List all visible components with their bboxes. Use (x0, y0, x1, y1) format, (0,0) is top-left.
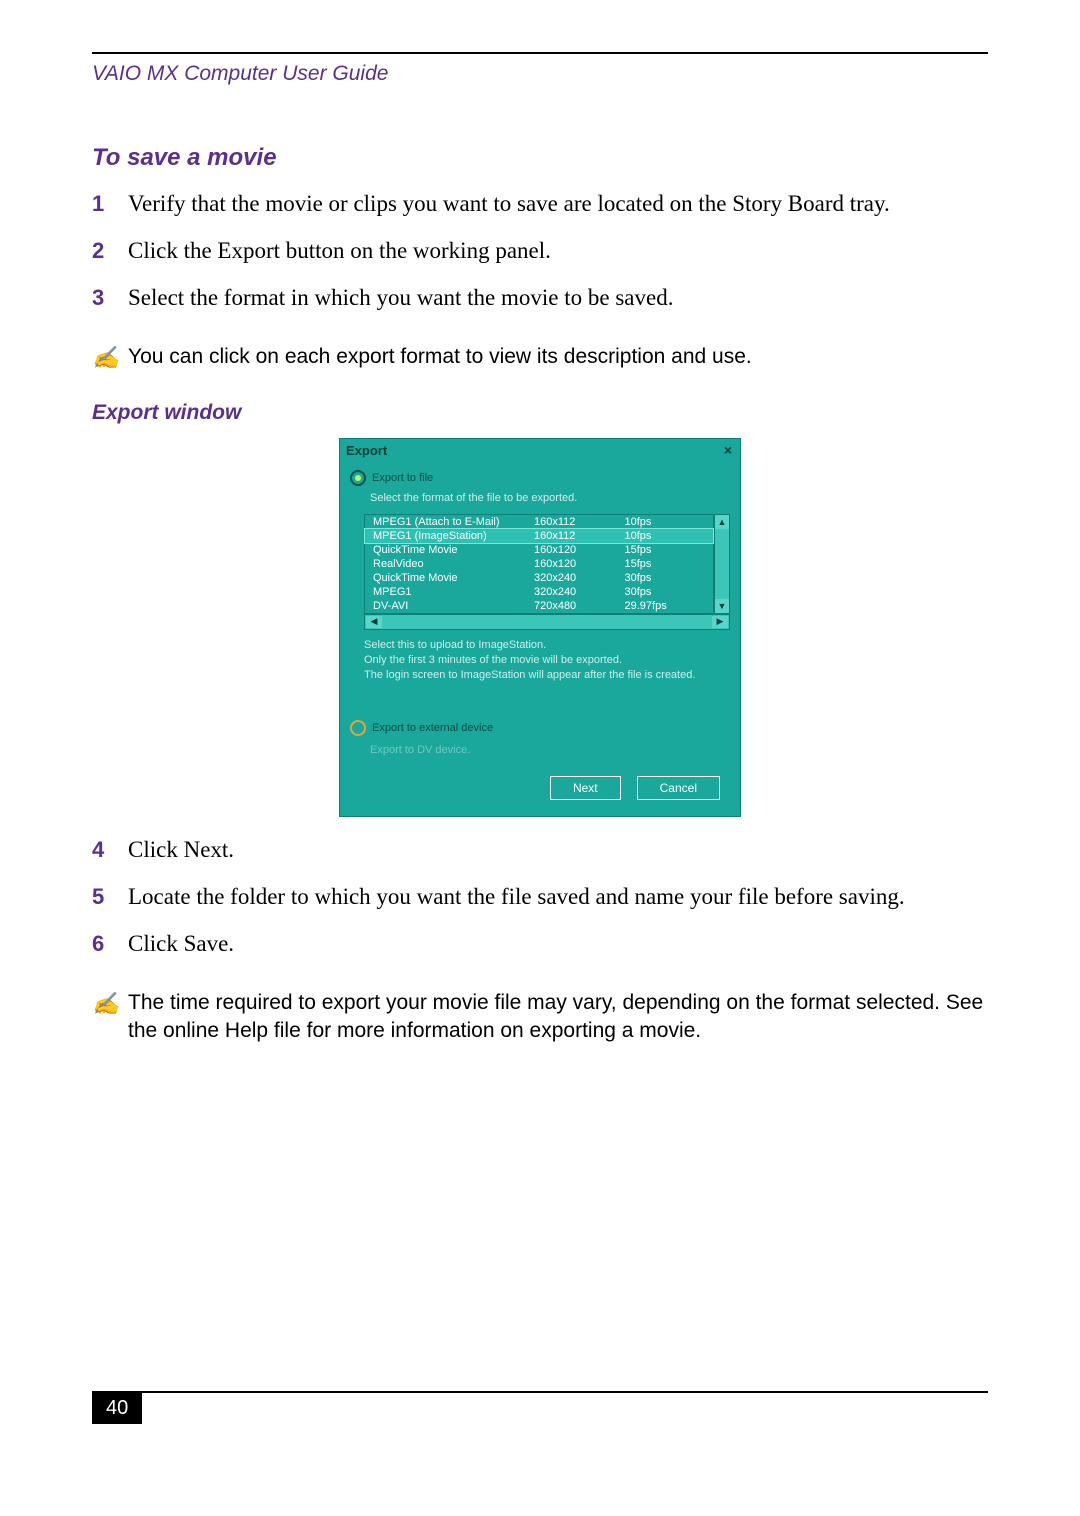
step-text: Select the format in which you want the … (128, 282, 673, 313)
format-resolution: 320x240 (534, 586, 625, 598)
format-row[interactable]: QuickTime Movie 160x120 15fps (365, 543, 713, 557)
note-a: ✍ You can click on each export format to… (92, 343, 988, 373)
format-name: RealVideo (373, 558, 534, 570)
format-fps: 29.97fps (625, 600, 706, 612)
note-text: The time required to export your movie f… (128, 989, 988, 1046)
page-footer: 40 (92, 1391, 988, 1424)
export-dialog-figure: Export × Export to file Select the forma… (92, 439, 988, 816)
format-fps: 30fps (625, 586, 706, 598)
next-button[interactable]: Next (550, 776, 621, 800)
format-resolution: 160x120 (534, 544, 625, 556)
desc-line: The login screen to ImageStation will ap… (364, 668, 716, 683)
format-fps: 10fps (625, 516, 706, 528)
note-b: ✍ The time required to export your movie… (92, 989, 988, 1046)
vertical-scrollbar[interactable]: ▲ ▼ (714, 514, 730, 614)
step-number: 1 (92, 189, 128, 219)
desc-line: Only the first 3 minutes of the movie wi… (364, 653, 716, 668)
format-name: QuickTime Movie (373, 544, 534, 556)
step-item: 6 Click Save. (92, 928, 988, 959)
scroll-up-icon[interactable]: ▲ (715, 515, 729, 529)
step-item: 2 Click the Export button on the working… (92, 235, 988, 266)
step-item: 1 Verify that the movie or clips you wan… (92, 188, 988, 219)
step-item: 3 Select the format in which you want th… (92, 282, 988, 313)
format-fps: 15fps (625, 558, 706, 570)
pencil-note-icon: ✍ (92, 989, 122, 1019)
format-name: QuickTime Movie (373, 572, 534, 584)
step-text: Click Next. (128, 834, 234, 865)
running-head: VAIO MX Computer User Guide (92, 62, 988, 86)
step-number: 5 (92, 882, 128, 912)
format-resolution: 160x112 (534, 516, 625, 528)
format-name: DV-AVI (373, 600, 534, 612)
format-fps: 10fps (625, 530, 706, 542)
scroll-down-icon[interactable]: ▼ (715, 599, 729, 613)
dialog-title: Export (346, 443, 387, 458)
pencil-note-icon: ✍ (92, 343, 122, 373)
step-text: Locate the folder to which you want the … (128, 881, 905, 912)
step-text: Verify that the movie or clips you want … (128, 188, 890, 219)
radio-unselected-icon (350, 720, 366, 736)
step-item: 5 Locate the folder to which you want th… (92, 881, 988, 912)
format-resolution: 720x480 (534, 600, 625, 612)
step-number: 4 (92, 835, 128, 865)
format-row[interactable]: MPEG1 (ImageStation) 160x112 10fps (365, 529, 713, 543)
format-row[interactable]: QuickTime Movie 320x240 30fps (365, 571, 713, 585)
format-name: MPEG1 (Attach to E-Mail) (373, 516, 534, 528)
desc-line: Select this to upload to ImageStation. (364, 638, 716, 653)
close-icon[interactable]: × (722, 443, 734, 457)
scroll-left-icon[interactable]: ◀ (366, 616, 382, 628)
format-fps: 15fps (625, 544, 706, 556)
format-name: MPEG1 (373, 586, 534, 598)
radio-label: Export to file (372, 472, 433, 484)
radio-label: Export to external device (372, 722, 493, 734)
step-text: Click Save. (128, 928, 234, 959)
format-row[interactable]: DV-AVI 720x480 29.97fps (365, 599, 713, 613)
export-to-external-radio[interactable]: Export to external device (340, 718, 740, 742)
step-number: 6 (92, 929, 128, 959)
page-number: 40 (92, 1393, 142, 1424)
cancel-button[interactable]: Cancel (637, 776, 720, 800)
radio-selected-icon (350, 470, 366, 486)
format-row[interactable]: MPEG1 320x240 30fps (365, 585, 713, 599)
steps-list-a: 1 Verify that the movie or clips you wan… (92, 188, 988, 313)
format-fps: 30fps (625, 572, 706, 584)
format-resolution: 160x120 (534, 558, 625, 570)
format-description: Select this to upload to ImageStation. O… (340, 630, 740, 718)
scroll-right-icon[interactable]: ▶ (712, 616, 728, 628)
select-format-label: Select the format of the file to be expo… (340, 492, 740, 510)
note-text: You can click on each export format to v… (128, 343, 988, 371)
section-title: To save a movie (92, 144, 988, 172)
export-dialog: Export × Export to file Select the forma… (340, 439, 740, 816)
format-resolution: 320x240 (534, 572, 625, 584)
export-to-file-radio[interactable]: Export to file (340, 468, 740, 492)
horizontal-scrollbar[interactable]: ◀ ▶ (364, 614, 730, 630)
format-resolution: 160x112 (534, 530, 625, 542)
step-number: 3 (92, 283, 128, 313)
steps-list-b: 4 Click Next. 5 Locate the folder to whi… (92, 834, 988, 959)
format-row[interactable]: MPEG1 (Attach to E-Mail) 160x112 10fps (365, 515, 713, 529)
format-name: MPEG1 (ImageStation) (373, 530, 534, 542)
format-list[interactable]: MPEG1 (Attach to E-Mail) 160x112 10fps M… (364, 514, 714, 614)
external-device-hint: Export to DV device. (340, 742, 740, 776)
step-number: 2 (92, 236, 128, 266)
format-row[interactable]: RealVideo 160x120 15fps (365, 557, 713, 571)
subsection-title: Export window (92, 401, 988, 425)
step-text: Click the Export button on the working p… (128, 235, 551, 266)
step-item: 4 Click Next. (92, 834, 988, 865)
